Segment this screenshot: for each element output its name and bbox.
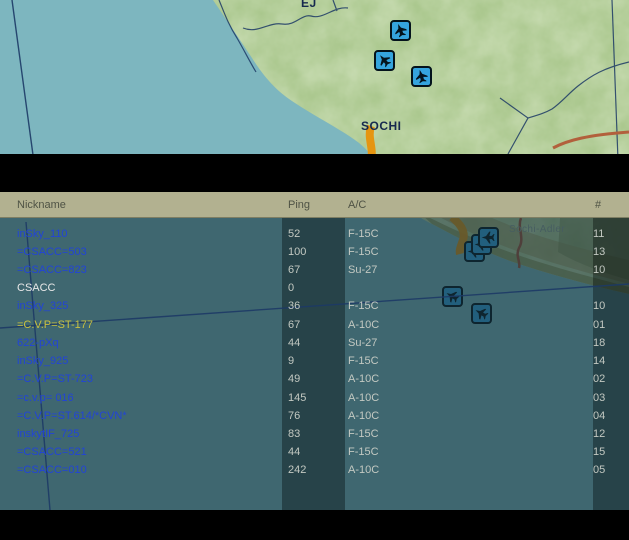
player-aircraft: Su-27 (348, 334, 377, 352)
player-board-number: 10 (593, 261, 605, 279)
player-aircraft: F-15C (348, 297, 379, 315)
player-row[interactable]: inSky_110 52 F-15C 11 (0, 225, 629, 243)
player-ping: 9 (288, 352, 294, 370)
player-row[interactable]: =C.V.P=ST-723 49 A-10C 02 (0, 370, 629, 388)
player-nickname: =CSACC=503 (17, 243, 87, 261)
aircraft-icon[interactable] (374, 50, 395, 71)
player-aircraft: F-15C (348, 443, 379, 461)
player-row[interactable]: inSky_325 36 F-15C 10 (0, 297, 629, 315)
player-aircraft: A-10C (348, 407, 379, 425)
player-ping: 242 (288, 461, 306, 479)
player-board-number: 01 (593, 316, 605, 334)
player-row[interactable]: =c.v.p= 016 145 A-10C 03 (0, 389, 629, 407)
jet-glyph (377, 53, 392, 68)
player-aircraft: A-10C (348, 316, 379, 334)
player-ping: 76 (288, 407, 300, 425)
player-nickname: inSky_925 (17, 352, 68, 370)
player-ping: 49 (288, 370, 300, 388)
player-row[interactable]: CSACC 0 (0, 279, 629, 297)
player-ping: 36 (288, 297, 300, 315)
column-header-nickname: Nickname (17, 192, 66, 218)
player-ping: 67 (288, 261, 300, 279)
player-ping: 44 (288, 334, 300, 352)
player-row[interactable]: =C.V.P=ST.614/*CVN* 76 A-10C 04 (0, 407, 629, 425)
player-aircraft: F-15C (348, 352, 379, 370)
player-nickname: inskytIF_725 (17, 425, 79, 443)
player-list-header: Nickname Ping A/C # (0, 192, 629, 218)
player-nickname: 622-pXq (17, 334, 59, 352)
player-board-number: 18 (593, 334, 605, 352)
column-header-aircraft: A/C (348, 192, 366, 218)
column-header-ping: Ping (288, 192, 310, 218)
player-aircraft: Su-27 (348, 261, 377, 279)
player-board-number: 11 (593, 225, 604, 243)
player-board-number: 04 (593, 407, 605, 425)
player-ping: 100 (288, 243, 306, 261)
player-board-number: 15 (593, 443, 605, 461)
player-aircraft: A-10C (348, 370, 379, 388)
player-row[interactable]: 622-pXq 44 Su-27 18 (0, 334, 629, 352)
player-nickname: =C.V.P=ST-723 (17, 370, 93, 388)
player-nickname: =CSACC=010 (17, 461, 87, 479)
player-row[interactable]: =CSACC=521 44 F-15C 15 (0, 443, 629, 461)
player-aircraft: F-15C (348, 425, 379, 443)
map-region-label: EJ (301, 0, 317, 10)
player-row[interactable]: =CSACC=503 100 F-15C 13 (0, 243, 629, 261)
player-aircraft: A-10C (348, 389, 379, 407)
player-aircraft: A-10C (348, 461, 379, 479)
aircraft-icon[interactable] (390, 20, 411, 41)
player-board-number: 10 (593, 297, 605, 315)
player-nickname: =C.V.P=ST.614/*CVN* (17, 407, 127, 425)
player-board-number: 14 (593, 352, 605, 370)
separator-band-bottom (0, 510, 629, 540)
player-board-number: 13 (593, 243, 605, 261)
player-nickname: inSky_325 (17, 297, 68, 315)
jet-glyph (414, 69, 429, 84)
player-nickname: =CSACC=521 (17, 443, 87, 461)
player-ping: 67 (288, 316, 300, 334)
player-ping: 83 (288, 425, 300, 443)
multiplayer-screen: EJ SOCHI Sochi-Adler Nickname Ping A/C #… (0, 0, 629, 540)
player-aircraft: F-15C (348, 243, 379, 261)
player-board-number: 02 (593, 370, 605, 388)
aircraft-icon[interactable] (411, 66, 432, 87)
map-city-label: SOCHI (361, 119, 402, 133)
player-ping: 44 (288, 443, 300, 461)
separator-band-top (0, 154, 629, 192)
player-ping: 0 (288, 279, 294, 297)
player-nickname: =C.V.P=ST-177 (17, 316, 93, 334)
player-row[interactable]: inSky_925 9 F-15C 14 (0, 352, 629, 370)
player-ping: 145 (288, 389, 306, 407)
column-header-number: # (595, 192, 601, 218)
player-board-number: 05 (593, 461, 605, 479)
player-ping: 52 (288, 225, 300, 243)
player-aircraft: F-15C (348, 225, 379, 243)
player-nickname: CSACC (17, 279, 56, 297)
jet-glyph (393, 23, 408, 38)
player-row[interactable]: =C.V.P=ST-177 67 A-10C 01 (0, 316, 629, 334)
player-row[interactable]: =CSACC=010 242 A-10C 05 (0, 461, 629, 479)
player-board-number: 03 (593, 389, 605, 407)
player-nickname: inSky_110 (17, 225, 68, 243)
player-board-number: 12 (593, 425, 605, 443)
player-row[interactable]: inskytIF_725 83 F-15C 12 (0, 425, 629, 443)
player-nickname: =CSACC=823 (17, 261, 87, 279)
player-nickname: =c.v.p= 016 (17, 389, 74, 407)
player-row[interactable]: =CSACC=823 67 Su-27 10 (0, 261, 629, 279)
